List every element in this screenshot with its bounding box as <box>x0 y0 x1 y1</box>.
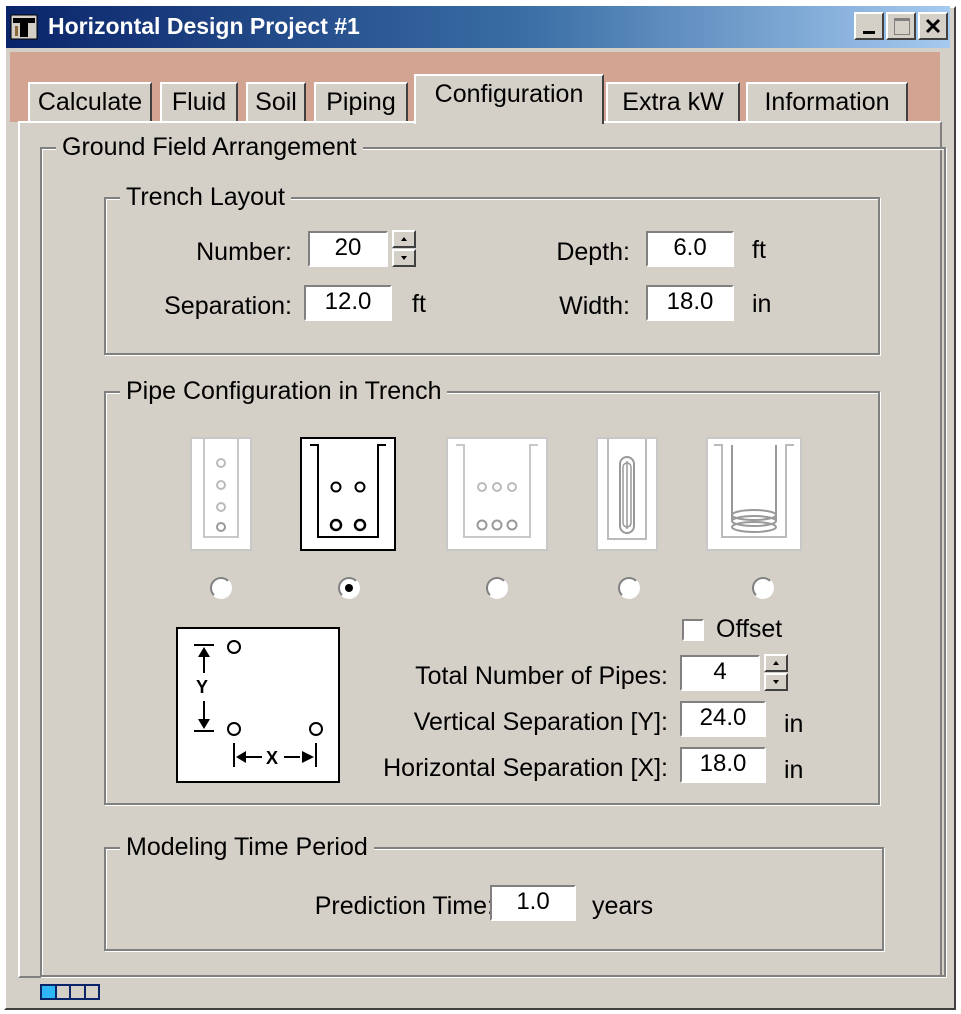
progress-indicator <box>40 984 100 1000</box>
total-pipes-down-button[interactable] <box>764 673 788 691</box>
radio-selected-dot <box>345 584 353 592</box>
prediction-time-label: Prediction Time: <box>314 892 494 920</box>
number-label: Number: <box>196 238 292 266</box>
total-pipes-up-button[interactable] <box>764 654 788 672</box>
maximize-button[interactable] <box>886 12 916 40</box>
pipe-option-1-radio[interactable] <box>210 577 232 599</box>
number-up-button[interactable] <box>392 230 416 248</box>
pipe-option-3-radio[interactable] <box>486 577 508 599</box>
diagram-x-label: X <box>266 748 278 768</box>
horizontal-separation-unit: in <box>784 756 804 784</box>
ground-field-arrangement-legend: Ground Field Arrangement <box>56 133 363 161</box>
width-field[interactable]: 18.0 <box>646 285 734 321</box>
pipe-option-2-radio[interactable] <box>338 577 360 599</box>
arrow-up-icon <box>773 661 779 665</box>
total-pipes-field[interactable]: 4 <box>680 655 760 691</box>
width-unit: in <box>752 290 772 318</box>
tab-extra-kw[interactable]: Extra kW <box>606 82 740 122</box>
pipe-option-4-diagram[interactable] <box>596 437 658 551</box>
separation-label: Separation: <box>164 292 292 320</box>
offset-label: Offset <box>716 615 783 643</box>
tab-piping[interactable]: Piping <box>314 82 408 122</box>
horizontal-separation-label: Horizontal Separation [X]: <box>383 754 668 782</box>
tab-information[interactable]: Information <box>746 82 908 122</box>
pipe-option-3-diagram[interactable] <box>446 437 548 551</box>
total-pipes-stepper[interactable] <box>764 654 788 692</box>
tab-calculate[interactable]: Calculate <box>28 82 152 122</box>
arrow-down-icon <box>773 680 779 684</box>
vertical-separation-unit: in <box>784 710 804 738</box>
diagram-y-label: Y <box>196 677 208 697</box>
depth-field[interactable]: 6.0 <box>646 231 734 267</box>
app-icon <box>10 14 38 40</box>
close-icon <box>925 18 941 34</box>
trench-layout-legend: Trench Layout <box>120 183 291 211</box>
pipe-option-2-diagram[interactable] <box>300 437 396 551</box>
minimize-button[interactable] <box>854 12 884 40</box>
modeling-time-legend: Modeling Time Period <box>120 833 374 861</box>
pipe-spacing-diagram: Y X <box>176 627 340 783</box>
tab-fluid[interactable]: Fluid <box>160 82 238 122</box>
prediction-time-field[interactable]: 1.0 <box>490 885 576 921</box>
configuration-panel: Ground Field Arrangement Trench Layout N… <box>18 121 946 978</box>
arrow-down-icon <box>401 256 407 260</box>
prediction-time-unit: years <box>592 892 654 920</box>
vertical-separation-field[interactable]: 24.0 <box>680 701 766 737</box>
offset-checkbox[interactable] <box>682 619 704 641</box>
tab-configuration[interactable]: Configuration <box>414 74 604 124</box>
window-title: Horizontal Design Project #1 <box>48 13 360 39</box>
title-bar[interactable]: Horizontal Design Project #1 <box>6 6 950 48</box>
pipe-option-4-radio[interactable] <box>618 577 640 599</box>
close-button[interactable] <box>918 12 948 40</box>
number-field[interactable]: 20 <box>308 231 388 267</box>
minimize-icon <box>863 31 875 34</box>
pipe-option-5-radio[interactable] <box>752 577 774 599</box>
number-down-button[interactable] <box>392 249 416 267</box>
trench-layout-group: Trench Layout <box>104 183 880 355</box>
pipe-option-5-diagram[interactable] <box>706 437 802 551</box>
pipe-configuration-legend: Pipe Configuration in Trench <box>120 377 448 405</box>
horizontal-separation-field[interactable]: 18.0 <box>680 747 766 783</box>
arrow-up-icon <box>401 237 407 241</box>
tab-soil[interactable]: Soil <box>246 82 306 122</box>
depth-label: Depth: <box>556 238 630 266</box>
vertical-separation-label: Vertical Separation [Y]: <box>413 708 668 736</box>
maximize-icon <box>894 18 910 35</box>
total-pipes-label: Total Number of Pipes: <box>415 662 668 690</box>
separation-unit: ft <box>412 290 426 318</box>
width-label: Width: <box>559 292 630 320</box>
depth-unit: ft <box>752 236 766 264</box>
number-stepper[interactable] <box>392 230 416 268</box>
separation-field[interactable]: 12.0 <box>304 285 392 321</box>
pipe-option-1-diagram[interactable] <box>190 437 252 551</box>
